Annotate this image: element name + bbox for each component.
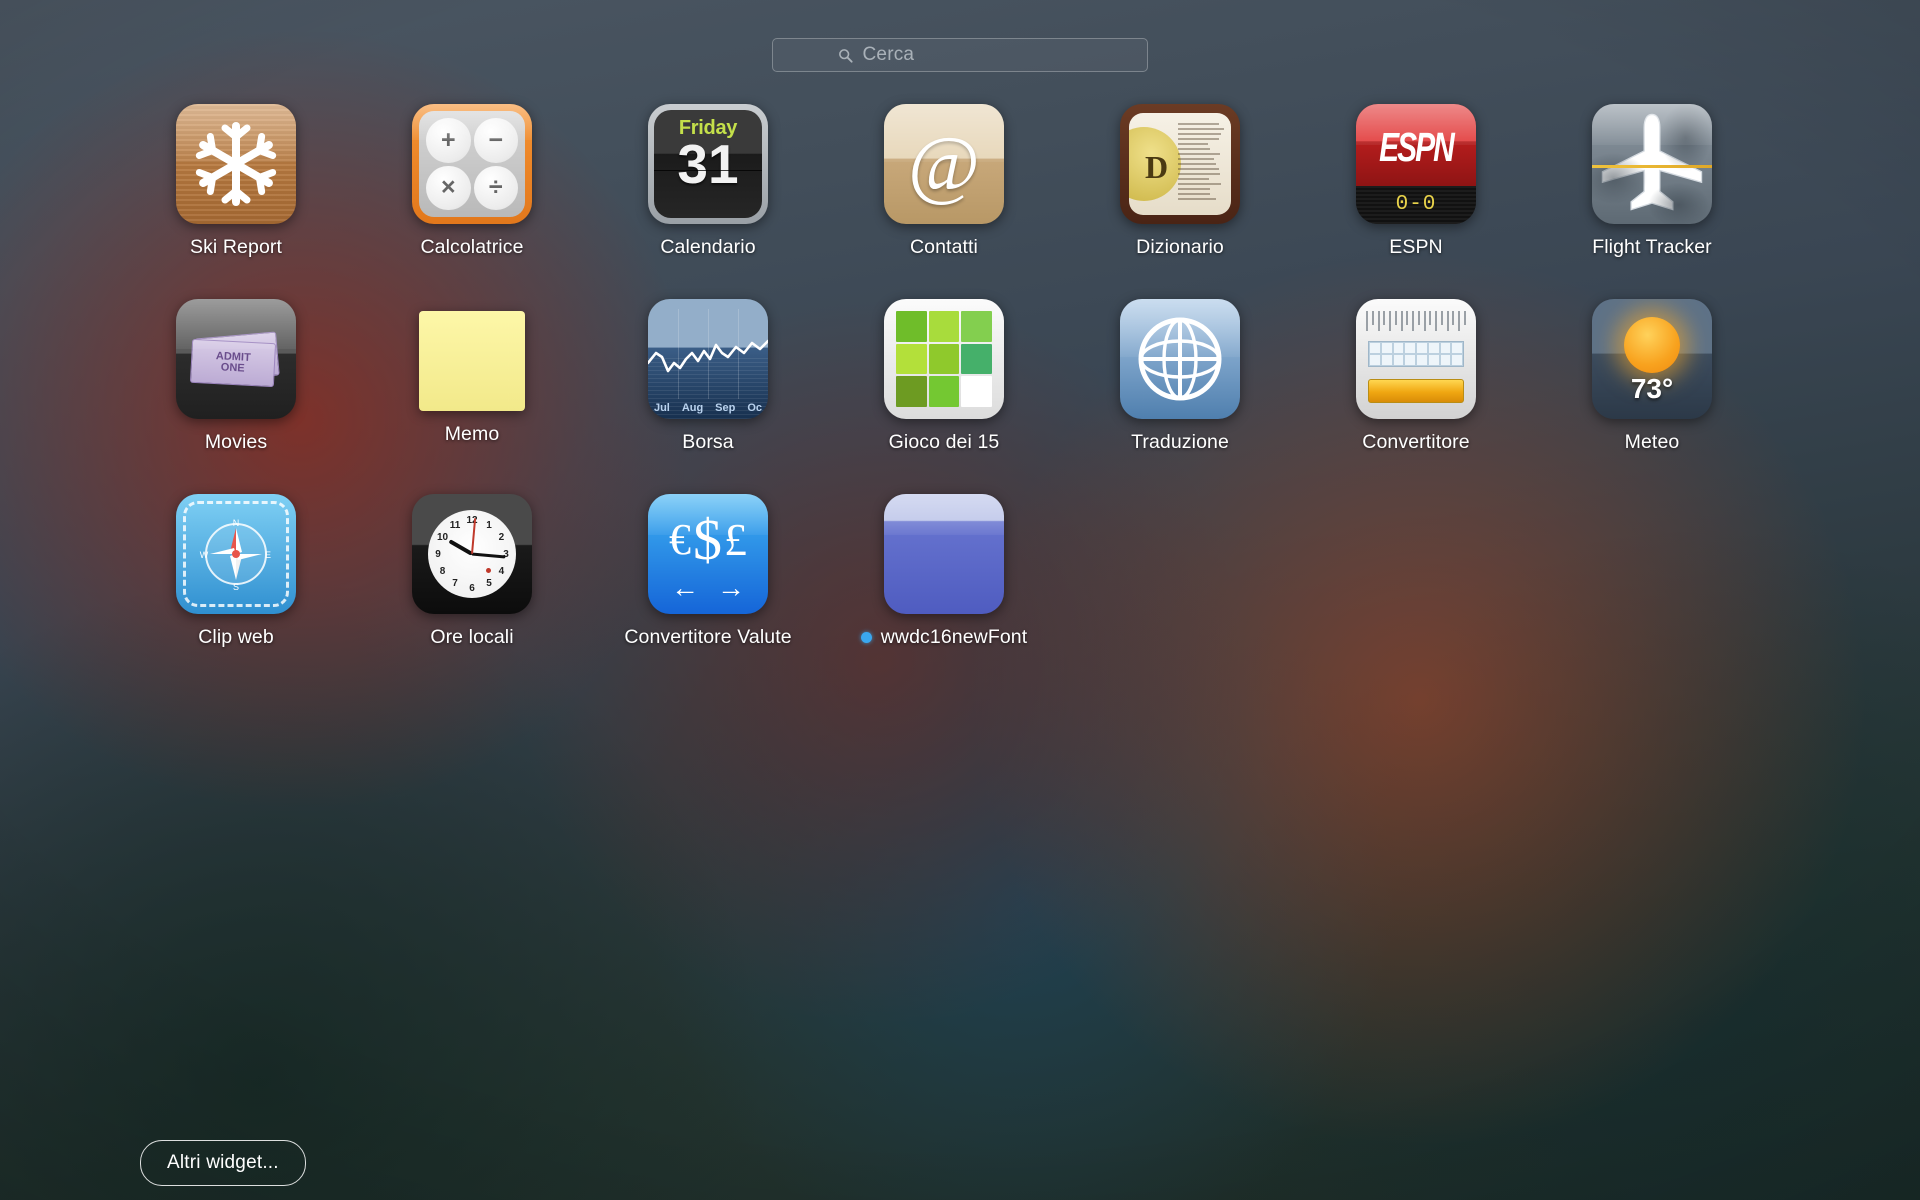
widget-label-row: wwdc16newFont bbox=[861, 626, 1028, 649]
calculator-icon[interactable]: + − × ÷ bbox=[412, 104, 532, 224]
widget-label: Dizionario bbox=[1136, 236, 1224, 259]
calendar-icon[interactable]: Friday 31 bbox=[648, 104, 768, 224]
stock-chart-icon[interactable]: Jul Aug Sep Oc bbox=[648, 299, 768, 419]
widget-label-row: Borsa bbox=[682, 431, 733, 454]
widget-label: Gioco dei 15 bbox=[889, 431, 1000, 454]
currency-icon[interactable]: € $ £ ← → bbox=[648, 494, 768, 614]
widget-label-row: Calendario bbox=[660, 236, 755, 259]
widget-clip-web[interactable]: N S E W Clip web bbox=[118, 494, 354, 649]
new-widget-dot-icon bbox=[861, 632, 872, 643]
widget-gioco-dei-15[interactable]: Gioco dei 15 bbox=[826, 299, 1062, 454]
widget-label: Flight Tracker bbox=[1592, 236, 1712, 259]
dictionary-icon[interactable]: D bbox=[1120, 104, 1240, 224]
widget-label-row: ESPN bbox=[1389, 236, 1443, 259]
generic-widget-icon[interactable] bbox=[884, 494, 1004, 614]
widget-label: Calendario bbox=[660, 236, 755, 259]
widget-movies[interactable]: ADMIT ONE Movies bbox=[118, 299, 354, 454]
widget-contatti[interactable]: @ Contatti bbox=[826, 104, 1062, 259]
widget-label: ESPN bbox=[1389, 236, 1443, 259]
widget-label-row: Convertitore bbox=[1362, 431, 1469, 454]
widget-convertitore[interactable]: Convertitore bbox=[1298, 299, 1534, 454]
widget-meteo[interactable]: 73° Meteo bbox=[1534, 299, 1770, 454]
widget-calcolatrice[interactable]: + − × ÷ Calcolatrice bbox=[354, 104, 590, 259]
widget-traduzione[interactable]: Traduzione bbox=[1062, 299, 1298, 454]
widget-label-row: Dizionario bbox=[1136, 236, 1224, 259]
widget-memo[interactable]: Memo bbox=[354, 299, 590, 454]
search-input[interactable] bbox=[863, 44, 1083, 66]
widget-label: wwdc16newFont bbox=[881, 626, 1028, 649]
unit-converter-icon[interactable] bbox=[1356, 299, 1476, 419]
widget-espn[interactable]: ESPN 0-0 ESPN bbox=[1298, 104, 1534, 259]
widget-label-row: Traduzione bbox=[1131, 431, 1229, 454]
movie-ticket-icon[interactable]: ADMIT ONE bbox=[176, 299, 296, 419]
widget-label-row: Contatti bbox=[910, 236, 978, 259]
compass-icon[interactable]: N S E W bbox=[176, 494, 296, 614]
snowflake-icon[interactable] bbox=[176, 104, 296, 224]
widget-label-row: Ski Report bbox=[190, 236, 282, 259]
analog-clock-icon[interactable]: 1 2 3 4 5 6 7 8 9 10 11 12 bbox=[412, 494, 532, 614]
search-box[interactable] bbox=[772, 38, 1148, 72]
widget-label: Convertitore bbox=[1362, 431, 1469, 454]
globe-icon[interactable] bbox=[1120, 299, 1240, 419]
widget-flight-tracker[interactable]: Flight Tracker bbox=[1534, 104, 1770, 259]
widget-label: Traduzione bbox=[1131, 431, 1229, 454]
widget-label-row: Movies bbox=[205, 431, 267, 454]
widget-borsa[interactable]: Jul Aug Sep Oc Borsa bbox=[590, 299, 826, 454]
more-widgets-button[interactable]: Altri widget... bbox=[140, 1140, 306, 1186]
widget-label-row: Convertitore Valute bbox=[624, 626, 791, 649]
widget-dizionario[interactable]: D Dizionario bbox=[1062, 104, 1298, 259]
widget-label: Convertitore Valute bbox=[624, 626, 791, 649]
search-bar[interactable] bbox=[772, 38, 1148, 72]
espn-logo-icon[interactable]: ESPN 0-0 bbox=[1356, 104, 1476, 224]
sun-icon[interactable]: 73° bbox=[1592, 299, 1712, 419]
sliding-puzzle-icon[interactable] bbox=[884, 299, 1004, 419]
widget-label-row: Calcolatrice bbox=[420, 236, 523, 259]
widget-label-row: Flight Tracker bbox=[1592, 236, 1712, 259]
widget-label: Meteo bbox=[1625, 431, 1680, 454]
widget-label-row: Gioco dei 15 bbox=[889, 431, 1000, 454]
widget-calendario[interactable]: Friday 31 Calendario bbox=[590, 104, 826, 259]
search-icon bbox=[838, 48, 853, 63]
at-sign-icon[interactable]: @ bbox=[884, 104, 1004, 224]
widget-label-row: Memo bbox=[445, 423, 500, 446]
widget-label: Movies bbox=[205, 431, 267, 454]
widget-label: Ski Report bbox=[190, 236, 282, 259]
widget-label: Borsa bbox=[682, 431, 733, 454]
widget-wwdc16newfont[interactable]: wwdc16newFont bbox=[826, 494, 1062, 649]
widget-label-row: Clip web bbox=[198, 626, 274, 649]
widget-label: Contatti bbox=[910, 236, 978, 259]
widget-label-row: Meteo bbox=[1625, 431, 1680, 454]
widget-ore-locali[interactable]: 1 2 3 4 5 6 7 8 9 10 11 12 Ore locali bbox=[354, 494, 590, 649]
airplane-icon[interactable] bbox=[1592, 104, 1712, 224]
widget-label-row: Ore locali bbox=[430, 626, 513, 649]
widget-grid: Ski Report + − × ÷ Calcolatrice Friday 31 Cal… bbox=[118, 104, 1818, 649]
widget-label: Clip web bbox=[198, 626, 274, 649]
widget-label: Memo bbox=[445, 423, 500, 446]
widget-label: Ore locali bbox=[430, 626, 513, 649]
widget-label: Calcolatrice bbox=[420, 236, 523, 259]
widget-ski-report[interactable]: Ski Report bbox=[118, 104, 354, 259]
sticky-note-icon[interactable] bbox=[419, 311, 525, 411]
widget-convertitore-valute[interactable]: € $ £ ← → Convertitore Valute bbox=[590, 494, 826, 649]
